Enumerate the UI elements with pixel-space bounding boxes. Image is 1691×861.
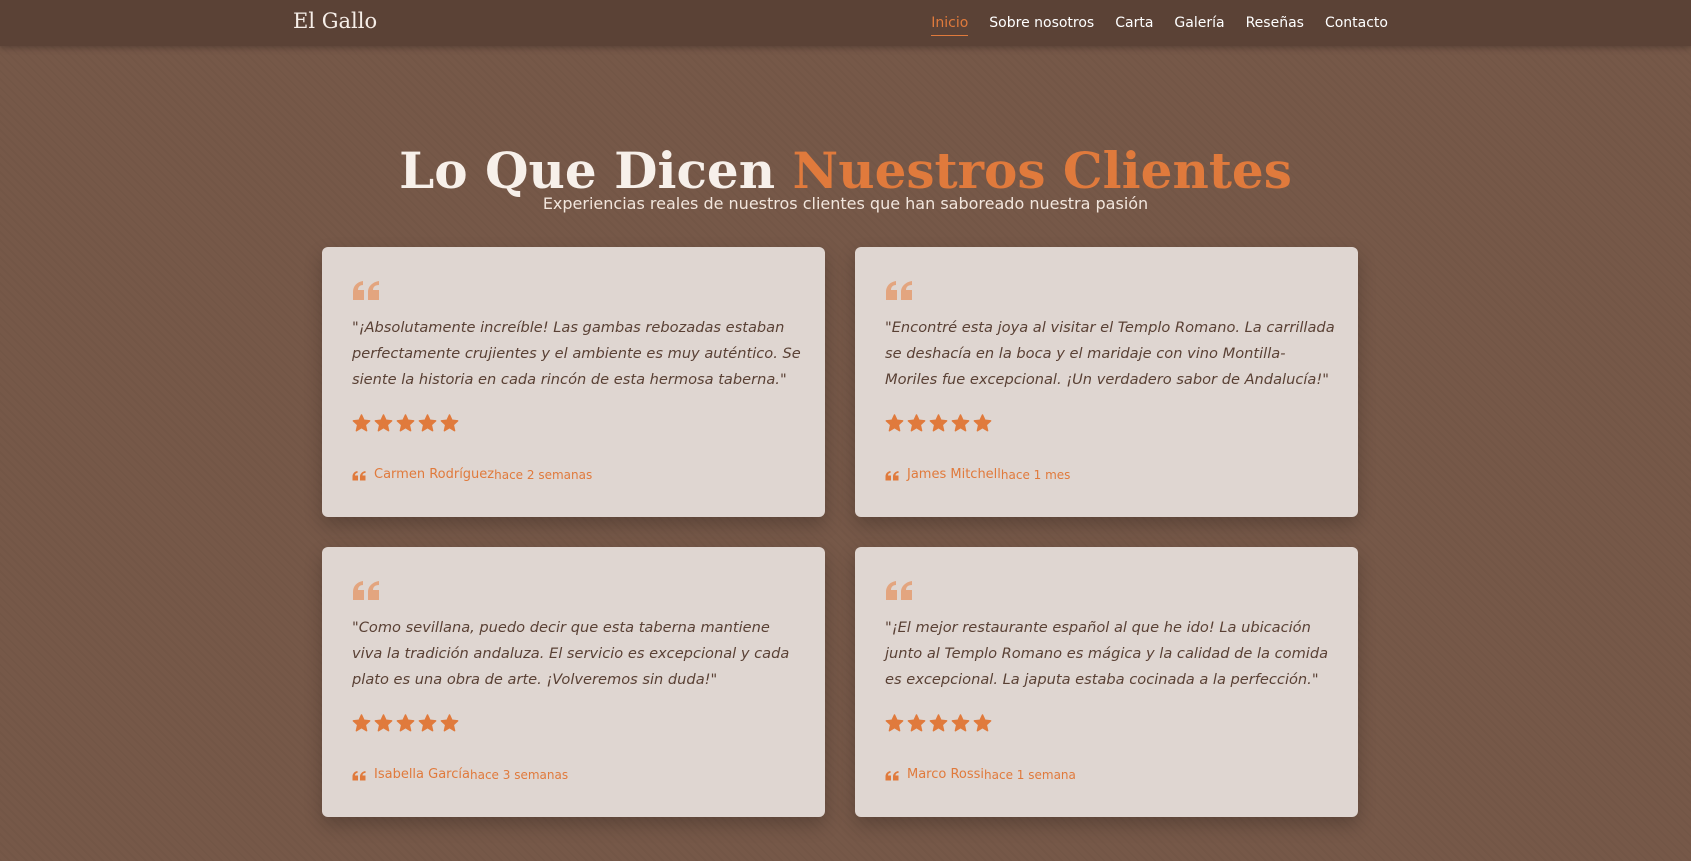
star-rating <box>885 714 992 733</box>
star-icon <box>973 714 992 732</box>
navbar: El Gallo Inicio Sobre nosotros Carta Gal… <box>0 0 1691 46</box>
review-text: "Como sevillana, puedo decir que esta ta… <box>352 619 790 688</box>
nav-link-sobre-nosotros[interactable]: Sobre nosotros <box>989 15 1094 36</box>
review-author: Isabella García <box>374 767 470 782</box>
quote-icon <box>352 770 366 780</box>
star-icon <box>929 714 948 732</box>
page-title-accent: Nuestros Clientes <box>792 140 1292 200</box>
star-icon <box>374 414 393 432</box>
star-icon <box>352 414 371 432</box>
star-icon <box>885 714 904 732</box>
nav-links: Inicio Sobre nosotros Carta Galería Rese… <box>931 0 1388 46</box>
review-author: Marco Rossi <box>907 767 985 782</box>
review-text: "Encontré esta joya al visitar el Templo… <box>885 319 1335 388</box>
quote-icon <box>886 281 912 300</box>
star-icon <box>885 414 904 432</box>
brand-logo[interactable]: El Gallo <box>293 9 377 33</box>
review-card: "¡El mejor restaurante español al que he… <box>855 547 1358 817</box>
review-date: hace 2 semanas <box>494 467 593 482</box>
quote-icon <box>353 281 379 300</box>
star-icon <box>352 714 371 732</box>
star-rating <box>885 414 992 433</box>
star-icon <box>929 414 948 432</box>
star-icon <box>374 714 393 732</box>
star-rating <box>352 714 459 733</box>
star-icon <box>396 414 415 432</box>
star-icon <box>951 714 970 732</box>
star-icon <box>440 714 459 732</box>
quote-icon <box>353 581 379 600</box>
star-icon <box>418 714 437 732</box>
quote-icon <box>886 581 912 600</box>
review-date: hace 1 mes <box>1000 467 1071 482</box>
nav-link-carta[interactable]: Carta <box>1115 15 1153 36</box>
quote-icon <box>885 470 899 480</box>
star-rating <box>352 414 459 433</box>
quote-icon <box>885 770 899 780</box>
star-icon <box>418 414 437 432</box>
review-footer: Isabella García hace 3 semanas <box>352 767 568 782</box>
star-icon <box>951 414 970 432</box>
star-icon <box>973 414 992 432</box>
review-card: "Como sevillana, puedo decir que esta ta… <box>322 547 825 817</box>
review-author: Carmen Rodríguez <box>374 467 495 482</box>
review-footer: Carmen Rodríguez hace 2 semanas <box>352 467 592 482</box>
review-date: hace 1 semana <box>984 767 1076 782</box>
review-text: "¡Absolutamente increíble! Las gambas re… <box>352 319 801 388</box>
review-text: "¡El mejor restaurante español al que he… <box>885 619 1329 688</box>
quote-icon <box>352 470 366 480</box>
nav-link-inicio[interactable]: Inicio <box>931 15 969 36</box>
review-card: "¡Absolutamente increíble! Las gambas re… <box>322 247 825 517</box>
review-author: James Mitchell <box>907 467 1001 482</box>
star-icon <box>907 714 926 732</box>
page-title-part1: Lo Que Dicen <box>399 140 793 200</box>
review-footer: Marco Rossi hace 1 semana <box>885 767 1076 782</box>
review-card: "Encontré esta joya al visitar el Templo… <box>855 247 1358 517</box>
nav-link-contacto[interactable]: Contacto <box>1325 15 1388 36</box>
review-date: hace 3 semanas <box>469 767 569 782</box>
star-icon <box>396 714 415 732</box>
nav-link-resenas[interactable]: Reseñas <box>1246 15 1304 36</box>
star-icon <box>907 414 926 432</box>
nav-link-galeria[interactable]: Galería <box>1174 15 1224 36</box>
star-icon <box>440 414 459 432</box>
page-subtitle: Experiencias reales de nuestros clientes… <box>542 194 1149 213</box>
review-footer: James Mitchell hace 1 mes <box>885 467 1070 482</box>
